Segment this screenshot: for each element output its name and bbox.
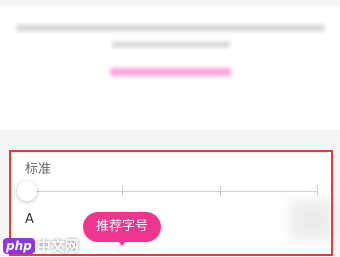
slider-tick <box>317 186 318 196</box>
tooltip-pointer <box>117 240 127 246</box>
small-font-label: A <box>25 212 34 227</box>
php-logo: php <box>3 238 35 254</box>
slider-tick <box>220 186 221 196</box>
recommended-font-size-tooltip: 推荐字号 <box>83 212 161 242</box>
font-size-slider-thumb[interactable] <box>17 181 37 201</box>
large-font-label-blurred <box>290 200 335 240</box>
watermark-text: 中文网 <box>36 239 79 255</box>
top-gray-band <box>0 0 340 6</box>
font-size-slider-track[interactable] <box>28 191 318 192</box>
watermark: php 中文网 <box>3 236 79 256</box>
slider-tick <box>122 186 123 196</box>
font-size-standard-label: 标准 <box>25 162 52 177</box>
